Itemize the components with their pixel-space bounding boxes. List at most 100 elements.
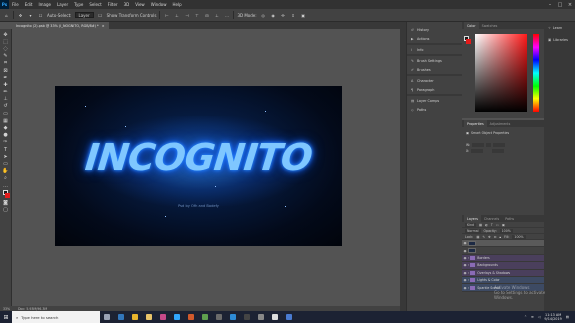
taskbar-app-app-12[interactable]	[254, 311, 268, 323]
menu-item-filter[interactable]: Filter	[105, 2, 121, 7]
lock-pixels-icon[interactable]: ▦	[476, 235, 479, 239]
tray-chevron-icon[interactable]: ⌃	[524, 315, 527, 319]
3d-scale-icon[interactable]: ▣	[300, 12, 307, 19]
align-center-icon[interactable]: ⊥	[173, 12, 180, 19]
quick-select-tool-icon[interactable]: ✎	[2, 53, 10, 60]
libraries-panel-button[interactable]: ▣ Libraries	[544, 34, 575, 46]
color-picker-field[interactable]	[475, 34, 527, 112]
zoom-tool-icon[interactable]: ⌕	[2, 175, 10, 182]
background-color-swatch[interactable]	[4, 193, 10, 199]
tab-paths[interactable]: Paths	[502, 215, 517, 222]
menu-item-view[interactable]: View	[132, 2, 148, 7]
move-tool-icon[interactable]: ✥	[17, 12, 24, 19]
lock-position-icon[interactable]: ✥	[488, 235, 491, 239]
lock-paint-icon[interactable]: ✎	[482, 235, 485, 239]
align-top-icon[interactable]: ⊤	[193, 12, 200, 19]
history-brush-tool-icon[interactable]: ↺	[2, 103, 10, 110]
lock-artboard-icon[interactable]: ⊡	[494, 235, 497, 239]
brush-tool-icon[interactable]: ✏	[2, 89, 10, 96]
taskbar-app-app-14[interactable]	[282, 311, 296, 323]
tab-adjustments[interactable]: Adjustments	[487, 120, 514, 127]
expand-chevron-icon[interactable]: ›	[468, 256, 469, 260]
taskbar-app-app-9[interactable]	[212, 311, 226, 323]
dock-item-info[interactable]: i Info	[407, 45, 462, 54]
dock-item-layer-comps[interactable]: ▤ Layer Comps	[407, 96, 462, 105]
taskbar-app-edge[interactable]	[114, 311, 128, 323]
expand-chevron-icon[interactable]: ›	[468, 278, 469, 282]
rectangle-tool-icon[interactable]: ▭	[2, 160, 10, 167]
taskbar-app-file-explorer[interactable]	[142, 311, 156, 323]
eyedropper-tool-icon[interactable]: ✒	[2, 74, 10, 81]
filter-pixel-icon[interactable]: ▦	[479, 223, 482, 227]
menu-item-type[interactable]: Type	[71, 2, 86, 7]
align-bottom-icon[interactable]: ⊥	[213, 12, 220, 19]
layer-row[interactable]: ◉ › Backgrounds	[462, 262, 544, 270]
more-options-icon[interactable]: …	[223, 12, 230, 19]
lasso-tool-icon[interactable]: ◌	[2, 45, 10, 52]
maximize-icon[interactable]: □	[555, 0, 565, 9]
frame-tool-icon[interactable]: ⊠	[2, 67, 10, 74]
dock-item-brush-settings[interactable]: ✎ Brush Settings	[407, 56, 462, 65]
dock-item-history[interactable]: ↺ History	[407, 25, 462, 34]
healing-brush-tool-icon[interactable]: ✚	[2, 81, 10, 88]
dock-item-character[interactable]: A Character	[407, 76, 462, 85]
taskbar-app-app-13[interactable]	[268, 311, 282, 323]
3d-pan-icon[interactable]: ✣	[280, 12, 287, 19]
windows-start-icon[interactable]: ⊞	[0, 311, 12, 323]
tab-swatches[interactable]: Swatches	[479, 22, 501, 29]
taskbar-app-app-11[interactable]	[240, 311, 254, 323]
taskbar-app-photoshop[interactable]	[170, 311, 184, 323]
lock-all-icon[interactable]: 🔒︎	[499, 235, 501, 239]
filter-shape-icon[interactable]: ▭	[496, 223, 499, 227]
eraser-tool-icon[interactable]: ▭	[2, 110, 10, 117]
blend-mode-dropdown[interactable]: Normal	[465, 228, 481, 233]
network-icon[interactable]: ≋	[531, 315, 534, 319]
expand-chevron-icon[interactable]: ›	[468, 286, 469, 290]
document-tab[interactable]: Incognito (2).psb @ 33% (I_NOGNITO, RGB/…	[12, 22, 109, 29]
minimize-icon[interactable]: –	[545, 0, 555, 9]
quick-mask-icon[interactable]: ◙	[2, 199, 10, 206]
panel-background-swatch[interactable]	[466, 39, 471, 44]
notifications-icon[interactable]: ▤	[566, 315, 569, 319]
3d-orbit-icon[interactable]: ◎	[260, 12, 267, 19]
menu-item-help[interactable]: Help	[169, 2, 184, 7]
layer-row[interactable]: ◉ › Borders	[462, 254, 544, 263]
3d-slide-icon[interactable]: ⇕	[290, 12, 297, 19]
dock-item-actions[interactable]: ▶ Actions	[407, 34, 462, 43]
taskbar-clock[interactable]: 11:13 AM 9/14/2019	[544, 313, 561, 321]
expand-chevron-icon[interactable]: ›	[468, 271, 469, 275]
y-field[interactable]	[492, 149, 505, 153]
auto-select-dropdown[interactable]: Layer	[74, 12, 94, 18]
gradient-tool-icon[interactable]: ▦	[2, 117, 10, 124]
menu-item-select[interactable]: Select	[86, 2, 104, 7]
type-tool-icon[interactable]: T	[2, 146, 10, 153]
3d-roll-icon[interactable]: ◉	[270, 12, 277, 19]
kind-filter-dropdown[interactable]: Kind	[465, 222, 477, 227]
move-tool-icon[interactable]: ✥	[2, 31, 10, 38]
path-selection-tool-icon[interactable]: ➤	[2, 153, 10, 160]
show-transform-checkbox[interactable]: ☐	[97, 12, 104, 19]
menu-item-edit[interactable]: Edit	[22, 2, 36, 7]
auto-select-checkbox[interactable]: ☐	[37, 12, 44, 19]
learn-panel-button[interactable]: ✧ Learn	[544, 22, 575, 34]
pen-tool-icon[interactable]: ✑	[2, 139, 10, 146]
taskbar-search-box[interactable]: ⌕ Type here to search	[12, 311, 100, 323]
marquee-tool-icon[interactable]: ⬚	[2, 38, 10, 45]
volume-icon[interactable]: ◁	[538, 315, 541, 319]
taskbar-app-task-view[interactable]	[100, 311, 114, 323]
height-field[interactable]	[493, 143, 506, 147]
taskbar-app-chrome[interactable]	[128, 311, 142, 323]
zoom-level[interactable]: 33%	[3, 307, 10, 311]
screen-mode-icon[interactable]: ▢	[2, 206, 10, 213]
menu-item-file[interactable]: File	[9, 2, 22, 7]
layer-row[interactable]: ◉	[462, 247, 544, 255]
clone-stamp-tool-icon[interactable]: ⊥	[2, 96, 10, 103]
dock-item-paths[interactable]: ◇ Paths	[407, 105, 462, 114]
taskbar-app-app-7[interactable]	[184, 311, 198, 323]
width-field[interactable]	[472, 143, 485, 147]
crop-tool-icon[interactable]: ⌗	[2, 60, 10, 67]
more-tools-icon[interactable]: …	[2, 182, 10, 189]
filter-smart-object-icon[interactable]: ▣	[502, 223, 505, 227]
tab-properties[interactable]: Properties	[464, 120, 487, 127]
blur-tool-icon[interactable]: ◆	[2, 124, 10, 131]
